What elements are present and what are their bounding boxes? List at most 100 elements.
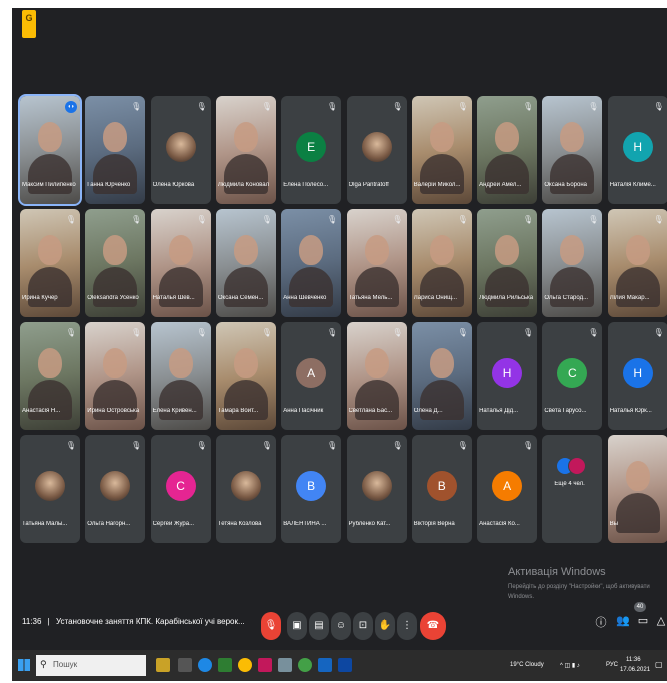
camera-button[interactable]: ▣ [287, 612, 307, 640]
meet-logo: G [22, 10, 36, 38]
more-options-button[interactable]: ⋮ [397, 612, 417, 640]
participant-tile[interactable]: 🎙 Тамара Войт... [215, 322, 276, 430]
participant-tile[interactable]: С 🎙 Сергей Жура... [150, 435, 211, 543]
participant-name: Ирина Кучер [22, 295, 58, 301]
edge-browser-icon[interactable] [198, 658, 212, 672]
app-icon[interactable] [298, 658, 312, 672]
participant-avatar: E [296, 132, 327, 162]
app-icon[interactable] [258, 658, 272, 672]
participant-tile[interactable]: 🎙 Андрей Амел... [477, 96, 538, 204]
participant-tile[interactable]: 🎙 Оксана Борона [542, 96, 603, 204]
phone-hangup-icon: ☎ [426, 620, 440, 631]
participant-tile[interactable]: 🎙 Анна Шевченко [281, 209, 342, 317]
participant-tile[interactable]: 🎙 Olga Pantratoff [346, 96, 407, 204]
participant-tile[interactable]: 🎙 Татьяна Малы... [20, 435, 80, 543]
chrome-icon[interactable] [238, 658, 252, 672]
participant-video-face [560, 235, 585, 265]
excel-icon[interactable] [218, 658, 232, 672]
participant-tile[interactable]: ◖◗ Максим Пилипенко [18, 94, 82, 206]
participant-tile[interactable]: В 🎙 Вікторія Верна [411, 435, 472, 543]
mic-off-icon: 🎙 [653, 102, 664, 111]
participant-tile[interactable]: А 🎙 Анна Пасічник [281, 322, 342, 430]
chat-button[interactable]: ▭ [636, 614, 650, 627]
microphone-button[interactable]: 🎙 [261, 612, 281, 640]
participant-tile[interactable]: 🎙 Наталья Шев... [150, 209, 211, 317]
participant-tile[interactable]: 🎙 Татьяна Мель... [346, 209, 407, 317]
participant-video-body [28, 267, 72, 307]
activities-button[interactable]: △ [654, 614, 667, 627]
people-button[interactable]: 👥 [616, 614, 630, 627]
participant-name: Олена Д... [413, 408, 443, 414]
participant-name: Сергей Жура... [152, 521, 195, 527]
raise-hand-button[interactable]: ✋ [375, 612, 395, 640]
taskbar-search-input[interactable]: ⚲ Пошук [36, 655, 146, 676]
present-button[interactable]: ⊡ [353, 612, 373, 640]
windows-taskbar: ⚲ Пошук 19°C Cloudy ^ ◫ ▮ ♪ РУС 11:36 17… [12, 650, 667, 681]
meeting-details-button[interactable]: ⓘ [594, 614, 608, 630]
participant-tile[interactable]: 🎙 Елена Кривен... [150, 322, 211, 430]
participant-tile[interactable]: 🎙 Ольга Старод... [542, 209, 603, 317]
participant-tile[interactable]: 🎙 Оксана Семен... [215, 209, 276, 317]
word-icon[interactable] [318, 658, 332, 672]
tray-icons[interactable]: ^ ◫ ▮ ♪ [560, 662, 580, 669]
participant-tile[interactable]: 🎙 Валерій Микол... [411, 96, 472, 204]
leave-call-button[interactable]: ☎ [420, 612, 446, 640]
mic-off-icon: 🎙 [327, 102, 338, 111]
participant-tile[interactable]: В 🎙 ВАЛЕНТИНА ... [281, 435, 342, 543]
participant-avatar: С [557, 358, 588, 388]
task-view-icon[interactable] [178, 658, 192, 672]
participant-tile[interactable]: 🎙 Oleksandra Усенко [85, 209, 146, 317]
participant-tile[interactable]: Н 🎙 Наталія Климе... [607, 96, 667, 204]
participant-tile[interactable]: 🎙 Людмила Коновал [215, 96, 276, 204]
participant-tile[interactable]: 🎙 Ганна Юрченко [85, 96, 146, 204]
participant-tile[interactable]: 🎙 Светлана Бас... [346, 322, 407, 430]
participant-tile[interactable]: 🎙 Ирина Кучер [20, 209, 80, 317]
participant-name: Людмила Рильська [479, 295, 534, 301]
reactions-button[interactable]: ☺ [331, 612, 351, 640]
participant-tile[interactable]: 🎙 Лілия Макар... [607, 209, 667, 317]
participant-tile[interactable]: 🎙 Лариса Онищ... [411, 209, 472, 317]
mic-off-icon: 🎙 [196, 102, 207, 111]
participant-name: Андрей Амел... [479, 182, 522, 188]
participant-tile[interactable]: Н 🎙 Наталья Дід... [477, 322, 538, 430]
participant-avatar [361, 471, 392, 501]
camera-icon: ▣ [292, 620, 302, 631]
participant-tile[interactable]: Ещё 4 чел. [542, 435, 603, 543]
windows-start-icon[interactable] [18, 659, 30, 671]
participant-tile[interactable]: Вы [607, 435, 667, 543]
participant-tile[interactable]: 🎙 Ирина Островська [85, 322, 146, 430]
taskbar-news-icon[interactable] [156, 658, 170, 672]
taskbar-clock-date[interactable]: 17.06.2021 [620, 667, 650, 673]
participant-name: Анна Шевченко [283, 295, 327, 301]
participant-tile[interactable]: E 🎙 Елена Полесо... [281, 96, 342, 204]
participant-tile[interactable]: 🎙 Тетяна Козлова [215, 435, 276, 543]
participant-tile[interactable]: 🎙 Олена Д... [411, 322, 472, 430]
taskbar-clock-time[interactable]: 11:36 [626, 657, 641, 663]
participant-tile[interactable]: 🎙 Людмила Рильська [477, 209, 538, 317]
participant-tile[interactable]: 🎙 Олена Юркова [150, 96, 211, 204]
participant-tile[interactable]: Н 🎙 Наталья Юрк... [607, 322, 667, 430]
file-explorer-icon[interactable] [278, 658, 292, 672]
participant-video-face [168, 348, 193, 378]
captions-button[interactable]: ▤ [309, 612, 329, 640]
participant-video-body [93, 267, 138, 307]
participant-name: Ольга Старод... [544, 295, 589, 301]
participant-tile[interactable]: 🎙 Анастасія Н... [20, 322, 80, 430]
app-icon[interactable] [338, 658, 352, 672]
language-indicator[interactable]: РУС [606, 662, 618, 668]
participant-video-face [38, 348, 62, 378]
meeting-info: 11:36 | Установочне заняття КПК. Карабін… [22, 617, 245, 626]
participant-tile[interactable]: 🎙 Ольга Нагорн... [85, 435, 146, 543]
participant-avatar [230, 471, 261, 501]
participant-tile[interactable]: 🎙 Рубленко Кат... [346, 435, 407, 543]
participant-avatar [100, 471, 131, 501]
participant-video-body [28, 154, 72, 194]
participant-avatar [165, 132, 196, 162]
meeting-control-bar: 11:36 | Установочне заняття КПК. Карабін… [12, 600, 667, 644]
mic-off-icon: 🎙 [65, 328, 76, 337]
notification-icon[interactable]: ▢ [655, 660, 663, 669]
participant-tile[interactable]: С 🎙 Света Гарусо... [542, 322, 603, 430]
weather-status[interactable]: 19°C Cloudy [510, 662, 544, 668]
participant-video-face [364, 235, 389, 265]
participant-tile[interactable]: А 🎙 Анастасія Ко... [477, 435, 538, 543]
